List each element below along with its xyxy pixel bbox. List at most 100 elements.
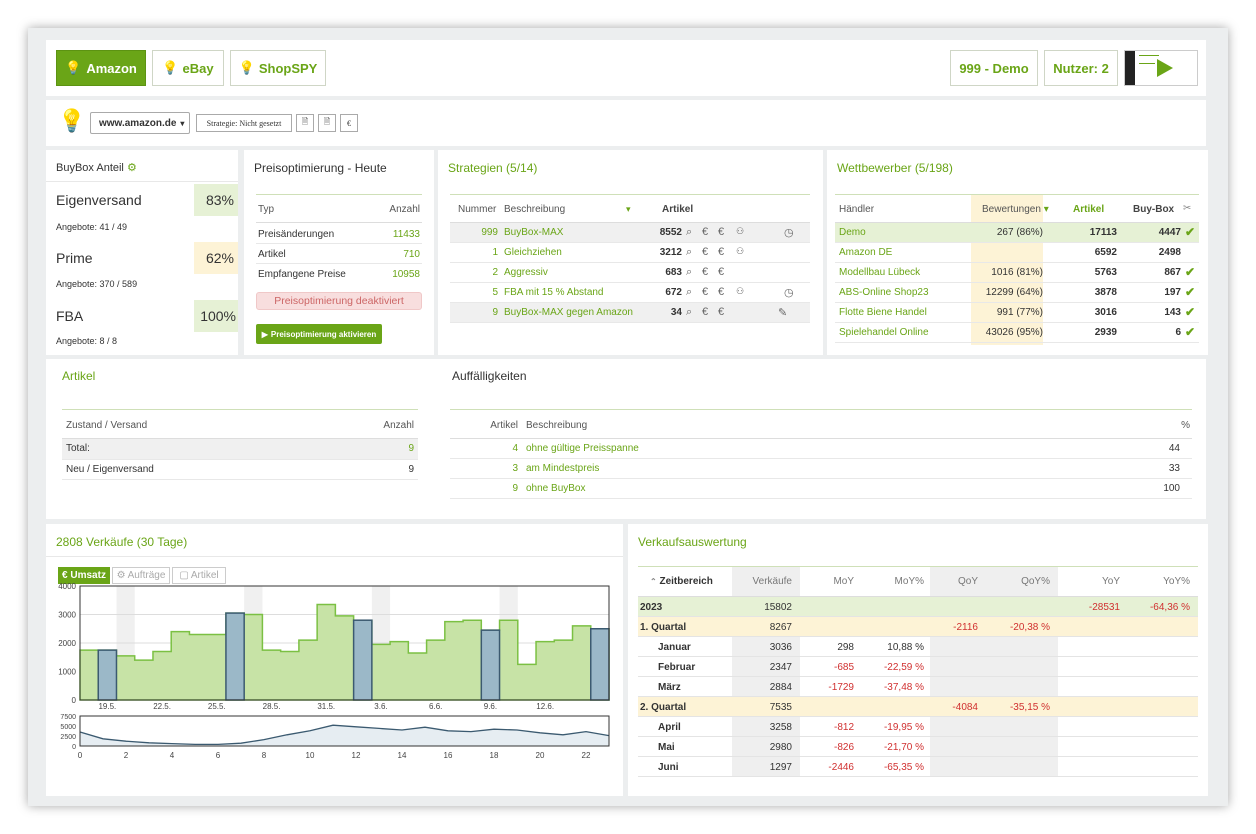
anomalies-title: Auffälligkeiten <box>452 369 527 383</box>
euro-icon[interactable]: € <box>702 306 708 318</box>
x-tick-label: 20 <box>536 751 545 760</box>
x-tick-label: 25.5. <box>208 702 226 710</box>
strategy-number: 2 <box>492 267 498 278</box>
demo-account-button[interactable]: 999 - Demo <box>950 50 1038 86</box>
price-row-label: Preisänderungen <box>258 229 335 240</box>
group-icon[interactable]: ⚇ <box>736 246 744 257</box>
edit-icon[interactable]: ✎ <box>778 306 787 319</box>
sort-icon[interactable]: ▾ <box>626 204 631 215</box>
header-2: MoY <box>800 576 854 587</box>
euro-icon[interactable]: € <box>718 286 724 298</box>
sales-cell-v: 3036 <box>769 642 792 653</box>
anomaly-row[interactable]: 4 ohne gültige Preisspanne 44 <box>450 439 1192 459</box>
euro-icon[interactable]: € <box>702 226 708 238</box>
competitor-row[interactable]: Amazon DE 6592 2498 <box>835 243 1199 263</box>
header-5: QoY% <box>986 576 1050 587</box>
clock-icon[interactable]: ◷ <box>784 226 794 239</box>
search-icon[interactable]: ⌕ <box>686 306 692 319</box>
search-icon[interactable]: ⌕ <box>686 246 692 259</box>
competitors-panel: Wettbewerber (5/198) Händler Bewertungen… <box>827 150 1208 355</box>
header-label: MoY <box>833 576 854 587</box>
euro-icon[interactable]: € <box>702 286 708 298</box>
clock-icon[interactable]: ◷ <box>784 286 794 299</box>
col-count: Anzahl <box>389 204 420 215</box>
col-articles: Artikel <box>1073 204 1105 215</box>
euro-icon[interactable]: € <box>718 246 724 258</box>
pdf-icon[interactable]: 🗎 <box>296 114 314 132</box>
x-tick-label: 9.6. <box>484 702 497 710</box>
competitor-row[interactable]: Spielehandel Online 43026 (95%) 2939 6 ✔ <box>835 323 1199 343</box>
search-icon[interactable]: ⌕ <box>686 226 692 239</box>
price-optimization-title: Preisoptimierung - Heute <box>254 161 387 175</box>
sales-cell-qoyp: -20,38 % <box>1009 622 1050 633</box>
competitor-articles: 3878 <box>1094 287 1117 298</box>
strategy-row[interactable]: 5 FBA mit 15 % Abstand 672 ⌕ € € ⚇ ◷ <box>450 283 810 303</box>
y-tick-label: 1000 <box>58 668 76 677</box>
col-buybox: Buy-Box <box>1133 204 1175 215</box>
app-frame: 💡 Amazon 💡 eBay 💡 ShopSPY 999 - Demo Nut… <box>28 28 1228 806</box>
strategy-row[interactable]: 9 BuyBox-MAX gegen Amazon 34 ⌕ € € ✎ <box>450 303 810 323</box>
buybox-item-percent: 62% <box>205 250 234 266</box>
anomaly-row[interactable]: 3 am Mindestpreis 33 <box>450 459 1192 479</box>
tab-ebay[interactable]: 💡 eBay <box>152 50 224 86</box>
domain-select[interactable]: www.amazon.de ▾ <box>90 112 190 134</box>
sales-cell-moy: -1729 <box>828 682 854 693</box>
euro-icon[interactable]: € <box>718 266 724 278</box>
price-row-value: 10958 <box>392 269 420 280</box>
users-button[interactable]: Nutzer: 2 <box>1044 50 1118 86</box>
export-icon[interactable]: 🗎 <box>318 114 336 132</box>
tools-icon[interactable]: ✂ <box>1183 203 1191 214</box>
search-icon[interactable]: ⌕ <box>686 286 692 299</box>
activate-button[interactable]: ▶ Preisoptimierung aktivieren <box>256 324 382 344</box>
articles-panel: Artikel Zustand / Versand Anzahl Total: … <box>46 359 1206 519</box>
gear-icon[interactable]: ⚙ <box>127 162 137 174</box>
header-0[interactable]: ⌃ Zeitbereich <box>650 576 740 587</box>
header-label: QoY% <box>1021 576 1050 587</box>
x-tick-label: 18 <box>490 751 499 760</box>
group-icon[interactable]: ⚇ <box>736 226 744 237</box>
competitor-articles: 2939 <box>1094 327 1117 338</box>
x-tick-label: 6.6. <box>429 702 442 710</box>
competitor-row[interactable]: ABS-Online Shop23 12299 (64%) 3878 197 ✔ <box>835 283 1199 303</box>
tab-shopspy[interactable]: 💡 ShopSPY <box>230 50 326 86</box>
euro-icon[interactable]: € <box>702 266 708 278</box>
competitor-buybox: 197 <box>1164 287 1181 298</box>
strategy-row[interactable]: 999 BuyBox-MAX 8552 ⌕ € € ⚇ ◷ <box>450 223 810 243</box>
header-1: Verkäufe <box>732 576 792 587</box>
strategy-button[interactable]: Strategie: Nicht gesetzt <box>196 114 292 132</box>
check-icon: ✔ <box>1185 325 1196 339</box>
col-ratings[interactable]: Bewertungen ▾ <box>982 204 1049 215</box>
highlight-bar <box>352 619 373 701</box>
tab-articles-label: Artikel <box>190 570 219 581</box>
tab-amazon[interactable]: 💡 Amazon <box>56 50 146 86</box>
euro-icon[interactable]: € <box>718 306 724 318</box>
euro-icon[interactable]: € <box>718 226 724 238</box>
y-tick-label: 4000 <box>58 582 76 591</box>
sales-cell-yoy: -28531 <box>1088 602 1120 613</box>
video-thumbnail[interactable] <box>1124 50 1198 86</box>
sales-cell-label: Juni <box>658 762 679 773</box>
strategy-label: Strategie: Nicht gesetzt <box>206 118 282 128</box>
header-label: Verkäufe <box>752 576 792 587</box>
euro-label: € <box>347 118 351 128</box>
orders-icon: ⚙ <box>116 570 126 581</box>
play-icon[interactable] <box>1157 59 1173 77</box>
thumbnail-line <box>1139 63 1155 64</box>
euro-icon[interactable]: € <box>702 246 708 258</box>
competitor-row[interactable]: Flotte Biene Handel 991 (77%) 3016 143 ✔ <box>835 303 1199 323</box>
tab-ebay-label: eBay <box>182 60 214 76</box>
col-articles: Artikel <box>490 420 518 431</box>
competitor-name: Amazon DE <box>839 247 893 258</box>
competitor-row[interactable]: Demo 267 (86%) 17113 4447 ✔ <box>835 223 1199 243</box>
check-icon: ✔ <box>1185 265 1196 279</box>
competitor-row[interactable]: Modellbau Lübeck 1016 (81%) 5763 867 ✔ <box>835 263 1199 283</box>
strategy-row[interactable]: 2 Aggressiv 683 ⌕ € € <box>450 263 810 283</box>
anomaly-row[interactable]: 9 ohne BuyBox 100 <box>450 479 1192 499</box>
group-icon[interactable]: ⚇ <box>736 286 744 297</box>
euro-button[interactable]: € <box>340 114 358 132</box>
search-icon[interactable]: ⌕ <box>686 266 692 279</box>
sales-cell-moy: -826 <box>833 742 854 753</box>
strategy-row[interactable]: 1 Gleichziehen 3212 ⌕ € € ⚇ <box>450 243 810 263</box>
sales-cell-moyp: -21,70 % <box>883 742 924 753</box>
users-label: Nutzer: 2 <box>1053 60 1109 76</box>
